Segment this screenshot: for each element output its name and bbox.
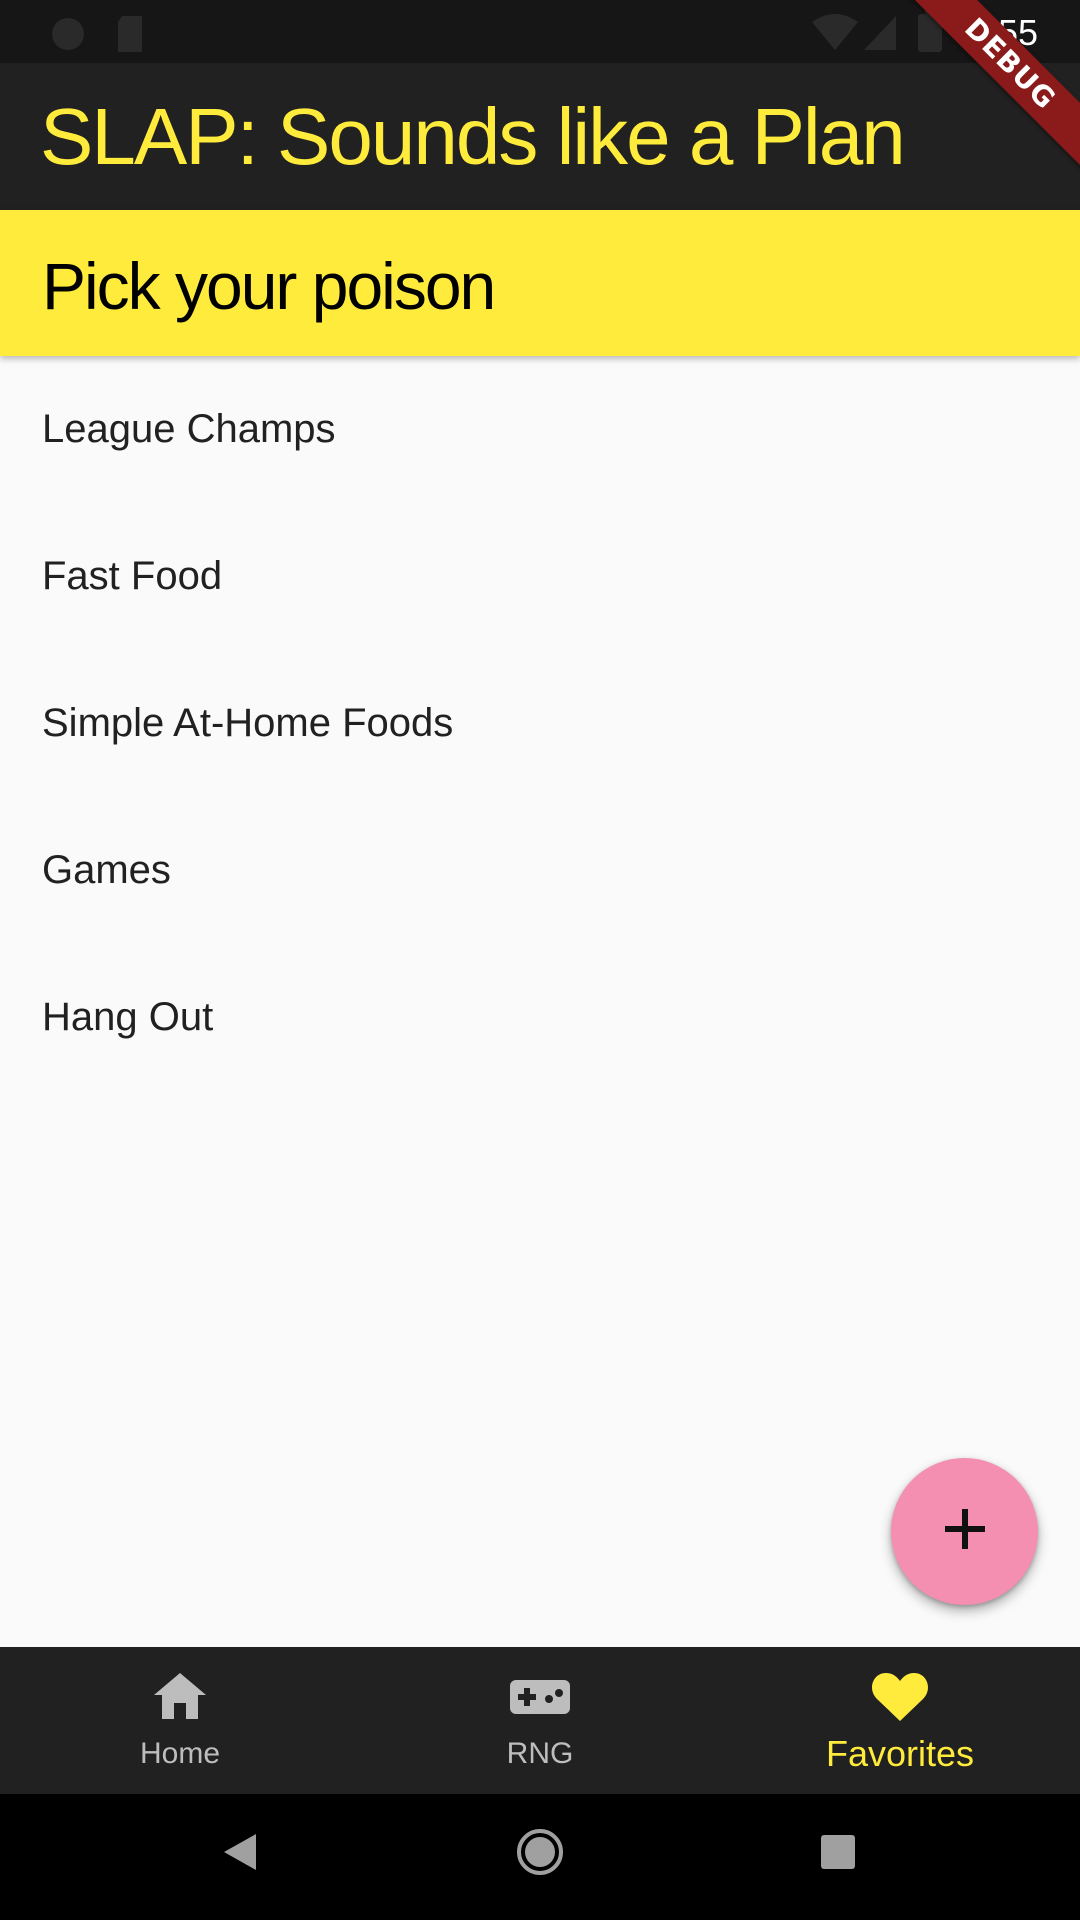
heart-icon	[871, 1671, 929, 1728]
nav-item-favorites[interactable]: Favorites	[720, 1647, 1080, 1794]
gamepad-icon	[509, 1679, 571, 1720]
wifi-icon	[810, 12, 860, 57]
nav-label-home: Home	[139, 1737, 221, 1770]
list-item-label: Games	[42, 848, 171, 892]
sd-card-icon	[114, 14, 146, 59]
back-icon[interactable]	[222, 1832, 258, 1877]
app-bar: SLAP: Sounds like a Plan	[0, 63, 1080, 210]
list-item-label: Hang Out	[42, 995, 214, 1039]
nav-label-rng: RNG	[506, 1737, 574, 1770]
status-bar: 8:55	[0, 0, 1080, 63]
nav-label-favorites: Favorites	[825, 1733, 975, 1774]
section-title: Pick your poison	[42, 249, 496, 323]
list-item-label: Fast Food	[42, 554, 223, 598]
home-circle-icon[interactable]	[516, 1828, 564, 1881]
list-item-label: League Champs	[42, 407, 336, 451]
circle-status-icon	[48, 14, 88, 59]
list-item-fast-food[interactable]: Fast Food	[0, 503, 1080, 650]
list-item-simple-at-home-foods[interactable]: Simple At-Home Foods	[0, 650, 1080, 797]
nav-item-home[interactable]: Home	[0, 1647, 360, 1794]
add-button[interactable]	[891, 1458, 1038, 1605]
recents-square-icon[interactable]	[820, 1834, 856, 1875]
app-screen: 8:55 SLAP: Sounds like a Plan DEBUG Pick…	[0, 0, 1080, 1920]
list-item-games[interactable]: Games	[0, 797, 1080, 944]
app-title: SLAP: Sounds like a Plan	[40, 92, 906, 181]
bottom-navigation: Home RNG Favorites	[0, 1647, 1080, 1794]
nav-item-rng[interactable]: RNG	[360, 1647, 720, 1794]
system-navigation-bar	[0, 1794, 1080, 1920]
plus-icon	[943, 1507, 987, 1556]
category-list: League Champs Fast Food Simple At-Home F…	[0, 356, 1080, 1091]
list-item-label: Simple At-Home Foods	[42, 701, 454, 745]
section-header: Pick your poison	[0, 210, 1080, 356]
list-item-hang-out[interactable]: Hang Out	[0, 944, 1080, 1091]
list-item-league-champs[interactable]: League Champs	[0, 356, 1080, 503]
home-icon	[152, 1671, 208, 1726]
cell-signal-icon	[862, 14, 898, 57]
